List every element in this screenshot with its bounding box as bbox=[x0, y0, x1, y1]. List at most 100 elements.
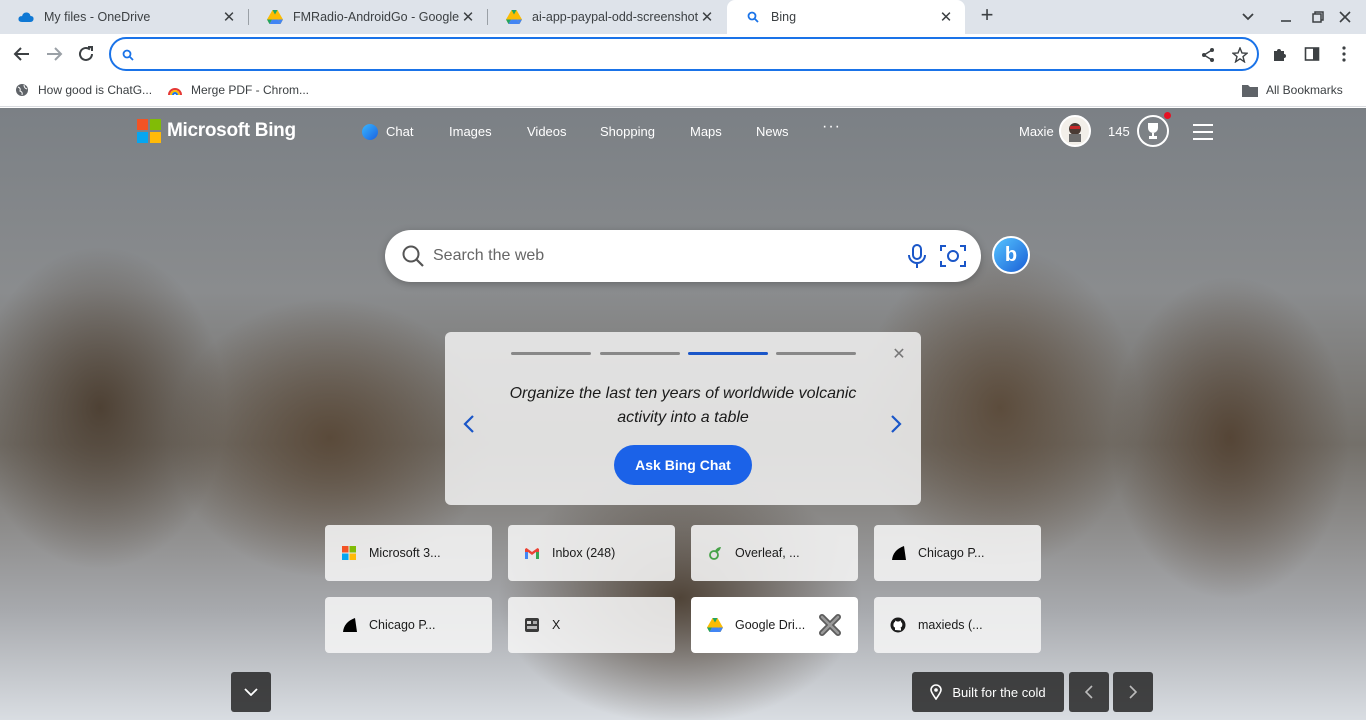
nav-maps[interactable]: Maps bbox=[690, 124, 722, 139]
chevron-left-icon[interactable] bbox=[459, 412, 479, 436]
close-icon[interactable]: ✕ bbox=[459, 8, 477, 26]
quick-link-google-drive[interactable]: Google Dri... bbox=[691, 597, 858, 653]
carousel-step[interactable] bbox=[600, 352, 680, 355]
chevron-left-icon bbox=[1085, 685, 1093, 699]
previous-image-button[interactable] bbox=[1069, 672, 1109, 712]
carousel-step-active[interactable] bbox=[688, 352, 768, 355]
search-box[interactable] bbox=[385, 230, 981, 282]
notification-dot bbox=[1164, 112, 1171, 119]
user-name[interactable]: Maxie bbox=[1019, 124, 1054, 139]
bookmark-label: Merge PDF - Chrom... bbox=[191, 83, 310, 97]
carousel-step[interactable] bbox=[776, 352, 856, 355]
all-bookmarks[interactable]: All Bookmarks bbox=[1242, 81, 1343, 99]
new-tab-button[interactable]: + bbox=[976, 4, 998, 27]
search-icon bbox=[402, 245, 424, 267]
nav-videos[interactable]: Videos bbox=[527, 124, 567, 139]
bing-homepage: Microsoft Bing Chat Images Videos Shoppi… bbox=[0, 108, 1366, 720]
microsoft-icon bbox=[341, 545, 357, 561]
bing-logo[interactable]: Microsoft Bing bbox=[137, 119, 296, 143]
side-panel-icon[interactable] bbox=[1302, 44, 1322, 64]
reload-button[interactable] bbox=[74, 42, 98, 66]
bing-header: Microsoft Bing Chat Images Videos Shoppi… bbox=[0, 108, 1366, 156]
quick-link-microsoft365[interactable]: Microsoft 3... bbox=[325, 525, 492, 581]
address-input[interactable] bbox=[143, 44, 1183, 64]
tab-onedrive[interactable]: My files - OneDrive ✕ bbox=[0, 0, 248, 33]
microphone-icon[interactable] bbox=[905, 243, 929, 269]
nav-more-button[interactable]: ··· bbox=[822, 118, 841, 136]
quick-link-label: Chicago P... bbox=[918, 546, 985, 560]
remove-icon[interactable] bbox=[817, 613, 843, 637]
quick-link-label: Inbox (248) bbox=[552, 546, 616, 560]
quick-link-chicago-2[interactable]: Chicago P... bbox=[325, 597, 492, 653]
chicago-icon bbox=[341, 617, 357, 633]
close-icon[interactable]: ✕ bbox=[698, 8, 716, 26]
globe-icon bbox=[14, 82, 30, 98]
tab-strip: My files - OneDrive ✕ FMRadio-AndroidGo … bbox=[0, 0, 1366, 34]
nav-shopping[interactable]: Shopping bbox=[600, 124, 655, 139]
back-button[interactable] bbox=[10, 42, 34, 66]
nav-chat[interactable]: Chat bbox=[386, 124, 413, 139]
chat-suggestion-card: ✕ Organize the last ten years of worldwi… bbox=[445, 332, 921, 505]
carousel-step[interactable] bbox=[511, 352, 591, 355]
restore-button[interactable] bbox=[1307, 6, 1329, 28]
close-window-button[interactable] bbox=[1334, 6, 1356, 28]
bookmark-merge-pdf[interactable]: Merge PDF - Chrom... bbox=[167, 81, 309, 99]
search-icon bbox=[745, 9, 761, 25]
minimize-button[interactable] bbox=[1275, 6, 1297, 28]
trophy-icon[interactable] bbox=[1137, 115, 1169, 147]
close-icon[interactable]: ✕ bbox=[937, 8, 955, 26]
overleaf-icon bbox=[707, 545, 723, 561]
search-input[interactable] bbox=[433, 244, 873, 268]
chevron-right-icon bbox=[1129, 685, 1137, 699]
tab-bing[interactable]: Bing ✕ bbox=[727, 0, 965, 34]
close-icon[interactable]: ✕ bbox=[220, 8, 238, 26]
bookmark-label: How good is ChatG... bbox=[38, 83, 153, 97]
nav-news[interactable]: News bbox=[756, 124, 789, 139]
location-pin-icon bbox=[930, 684, 943, 700]
rewards-points[interactable]: 145 bbox=[1108, 124, 1130, 139]
quick-link-gmail[interactable]: Inbox (248) bbox=[508, 525, 675, 581]
chat-icon bbox=[362, 124, 378, 140]
google-drive-icon bbox=[267, 9, 283, 25]
microsoft-logo-icon bbox=[137, 119, 161, 143]
tab-search-icon[interactable] bbox=[1237, 6, 1259, 28]
all-bookmarks-label: All Bookmarks bbox=[1266, 83, 1343, 97]
github-icon bbox=[890, 617, 906, 633]
brand-name: Microsoft Bing bbox=[167, 120, 296, 141]
hamburger-menu-icon[interactable] bbox=[1193, 124, 1213, 140]
google-drive-icon bbox=[506, 9, 522, 25]
quick-link-label: Microsoft 3... bbox=[369, 546, 441, 560]
nav-images[interactable]: Images bbox=[449, 124, 492, 139]
quick-link-label: Chicago P... bbox=[369, 618, 436, 632]
onedrive-icon bbox=[18, 9, 34, 25]
folder-icon bbox=[1242, 82, 1258, 98]
bookmark-star-icon[interactable] bbox=[1231, 46, 1249, 64]
bing-chat-button[interactable]: b bbox=[992, 236, 1030, 274]
search-icon bbox=[119, 46, 137, 64]
image-caption: Built for the cold bbox=[952, 684, 1046, 700]
close-icon[interactable]: ✕ bbox=[890, 345, 908, 363]
bookmarks-bar: How good is ChatG... Merge PDF - Chrom..… bbox=[0, 74, 1366, 107]
tab-fmradio[interactable]: FMRadio-AndroidGo - Google Dr ✕ bbox=[249, 0, 487, 33]
share-icon[interactable] bbox=[1199, 46, 1217, 64]
browser-toolbar bbox=[0, 34, 1366, 74]
extensions-icon[interactable] bbox=[1270, 44, 1290, 64]
address-bar[interactable] bbox=[109, 37, 1259, 71]
next-image-button[interactable] bbox=[1113, 672, 1153, 712]
forward-button[interactable] bbox=[42, 42, 66, 66]
scroll-down-button[interactable] bbox=[231, 672, 271, 712]
chevron-right-icon[interactable] bbox=[886, 412, 906, 436]
avatar[interactable] bbox=[1059, 115, 1091, 147]
ask-bing-chat-button[interactable]: Ask Bing Chat bbox=[614, 445, 752, 485]
bookmark-chatgpt[interactable]: How good is ChatG... bbox=[14, 81, 152, 99]
quick-link-chicago-1[interactable]: Chicago P... bbox=[874, 525, 1041, 581]
image-info-button[interactable]: Built for the cold bbox=[912, 672, 1064, 712]
quick-link-overleaf[interactable]: Overleaf, ... bbox=[691, 525, 858, 581]
tab-title: Bing bbox=[771, 10, 797, 24]
menu-kebab-icon[interactable] bbox=[1334, 44, 1354, 64]
quick-link-x[interactable]: X bbox=[508, 597, 675, 653]
tab-ai-app-paypal[interactable]: ai-app-paypal-odd-screenshots ✕ bbox=[488, 0, 726, 33]
tab-title: FMRadio-AndroidGo - Google Dr bbox=[293, 9, 459, 24]
visual-search-icon[interactable] bbox=[939, 243, 967, 269]
quick-link-github[interactable]: maxieds (... bbox=[874, 597, 1041, 653]
